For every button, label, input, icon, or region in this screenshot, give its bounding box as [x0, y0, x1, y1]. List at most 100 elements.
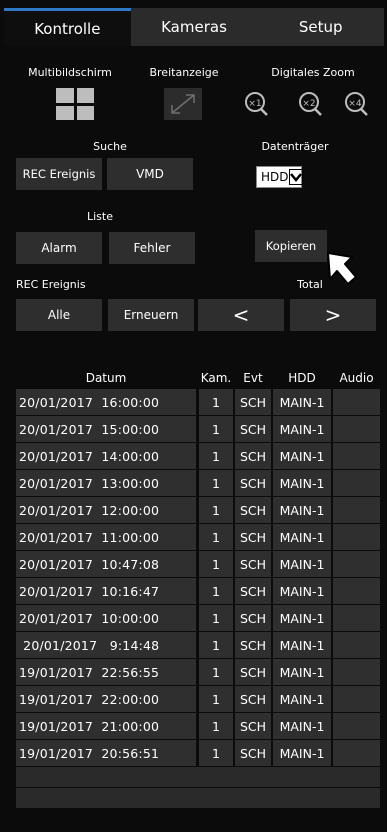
audio-cell: [333, 524, 380, 550]
camera-cell: 1: [199, 686, 233, 712]
tab-setup[interactable]: Setup: [257, 8, 385, 46]
hdd-cell: MAIN-1: [273, 389, 331, 415]
table-row[interactable]: 20/01/2017 12:00:00 1 SCH MAIN-1: [16, 497, 380, 523]
svg-text:×4: ×4: [348, 99, 362, 109]
zoom-x2-icon[interactable]: ×2: [296, 88, 326, 120]
event-cell: SCH: [235, 740, 271, 766]
date-cell: 19/01/2017 20:56:51: [16, 740, 196, 766]
quad-layout-icon[interactable]: [56, 88, 94, 120]
media-label: Datenträger: [261, 140, 329, 153]
hdd-cell: MAIN-1: [273, 470, 331, 496]
table-row[interactable]: 20/01/2017 10:47:08 1 SCH MAIN-1: [16, 551, 380, 577]
date-cell: 20/01/2017 16:00:00: [16, 389, 196, 415]
event-cell: SCH: [235, 605, 271, 631]
hdd-cell: MAIN-1: [273, 659, 331, 685]
hdd-cell: MAIN-1: [273, 524, 331, 550]
camera-cell: 1: [199, 713, 233, 739]
camera-cell: 1: [199, 470, 233, 496]
event-cell: SCH: [235, 659, 271, 685]
date-cell: 19/01/2017 22:00:00: [16, 686, 196, 712]
event-cell: SCH: [235, 713, 271, 739]
hdd-cell: MAIN-1: [273, 632, 331, 658]
camera-cell: 1: [199, 389, 233, 415]
camera-cell: 1: [199, 605, 233, 631]
error-list-button[interactable]: Fehler: [109, 232, 195, 264]
audio-cell: [333, 389, 380, 415]
audio-cell: [333, 416, 380, 442]
header-hdd[interactable]: HDD: [273, 368, 331, 388]
date-cell: 20/01/2017 10:00:00: [16, 605, 196, 631]
hdd-cell: MAIN-1: [273, 605, 331, 631]
table-row[interactable]: 20/01/2017 15:00:00 1 SCH MAIN-1: [16, 416, 380, 442]
camera-cell: 1: [199, 497, 233, 523]
hdd-cell: MAIN-1: [273, 443, 331, 469]
event-cell: SCH: [235, 524, 271, 550]
event-cell: SCH: [235, 497, 271, 523]
event-cell: SCH: [235, 686, 271, 712]
event-cell: SCH: [235, 443, 271, 469]
table-row[interactable]: 20/01/2017 13:00:00 1 SCH MAIN-1: [16, 470, 380, 496]
copy-button[interactable]: Kopieren: [255, 230, 327, 262]
audio-cell: [333, 659, 380, 685]
alarm-list-button[interactable]: Alarm: [16, 232, 102, 264]
date-cell: 19/01/2017 22:56:55: [16, 659, 196, 685]
svg-text:×2: ×2: [302, 99, 315, 109]
table-header: Datum Kam. Evt HDD Audio: [16, 368, 380, 388]
wide-view-icon[interactable]: [164, 88, 202, 120]
table-row[interactable]: 20/01/2017 10:16:47 1 SCH MAIN-1: [16, 578, 380, 604]
header-event[interactable]: Evt: [235, 368, 271, 388]
dropdown-arrow-icon[interactable]: [288, 169, 303, 185]
camera-cell: 1: [199, 416, 233, 442]
camera-cell: 1: [199, 443, 233, 469]
zoom-x1-icon[interactable]: ×1: [242, 88, 272, 120]
header-camera[interactable]: Kam.: [199, 368, 233, 388]
table-row[interactable]: 19/01/2017 22:00:00 1 SCH MAIN-1: [16, 686, 380, 712]
media-select[interactable]: HDD: [256, 166, 303, 188]
camera-cell: 1: [199, 659, 233, 685]
tab-kameras[interactable]: Kameras: [130, 8, 258, 46]
table-row[interactable]: 19/01/2017 20:56:51 1 SCH MAIN-1: [16, 740, 380, 766]
rec-event-label: REC Ereignis: [16, 278, 86, 291]
audio-cell: [333, 551, 380, 577]
event-cell: SCH: [235, 551, 271, 577]
audio-cell: [333, 740, 380, 766]
date-cell: 20/01/2017 13:00:00: [16, 470, 196, 496]
search-label: Suche: [93, 140, 127, 153]
hdd-cell: MAIN-1: [273, 551, 331, 577]
date-cell: 20/01/2017 12:00:00: [16, 497, 196, 523]
header-date[interactable]: Datum: [16, 368, 196, 388]
audio-cell: [333, 713, 380, 739]
audio-cell: [333, 470, 380, 496]
all-button[interactable]: Alle: [16, 299, 102, 331]
vmd-search-button[interactable]: VMD: [107, 158, 193, 190]
zoom-x4-icon[interactable]: ×4: [342, 88, 372, 120]
zoom-label: Digitales Zoom: [271, 66, 355, 79]
next-page-button[interactable]: >: [290, 299, 376, 331]
rec-event-search-button[interactable]: REC Ereignis: [16, 158, 102, 190]
camera-cell: 1: [199, 578, 233, 604]
empty-row: [16, 788, 380, 808]
table-row[interactable]: 20/01/2017 16:00:00 1 SCH MAIN-1: [16, 389, 380, 415]
header-audio[interactable]: Audio: [333, 368, 380, 388]
refresh-button[interactable]: Erneuern: [108, 299, 194, 331]
table-row[interactable]: 20/01/2017 14:00:00 1 SCH MAIN-1: [16, 443, 380, 469]
date-cell: 20/01/2017 10:16:47: [16, 578, 196, 604]
hdd-cell: MAIN-1: [273, 578, 331, 604]
previous-page-button[interactable]: <: [198, 299, 284, 331]
table-row[interactable]: 19/01/2017 22:56:55 1 SCH MAIN-1: [16, 659, 380, 685]
wide-label: Breitanzeige: [149, 66, 219, 79]
table-row[interactable]: 20/01/2017 10:00:00 1 SCH MAIN-1: [16, 605, 380, 631]
camera-cell: 1: [199, 551, 233, 577]
date-cell: 20/01/2017 15:00:00: [16, 416, 196, 442]
audio-cell: [333, 605, 380, 631]
table-row[interactable]: 19/01/2017 21:00:00 1 SCH MAIN-1: [16, 713, 380, 739]
table-row[interactable]: 20/01/2017 11:00:00 1 SCH MAIN-1: [16, 524, 380, 550]
tab-kontrolle[interactable]: Kontrolle: [4, 8, 131, 46]
date-cell: 20/01/2017 10:47:08: [16, 551, 196, 577]
hdd-cell: MAIN-1: [273, 497, 331, 523]
table-row[interactable]: 20/01/2017 9:14:48 1 SCH MAIN-1: [16, 632, 380, 658]
audio-cell: [333, 443, 380, 469]
event-cell: SCH: [235, 416, 271, 442]
audio-cell: [333, 632, 380, 658]
hdd-cell: MAIN-1: [273, 713, 331, 739]
